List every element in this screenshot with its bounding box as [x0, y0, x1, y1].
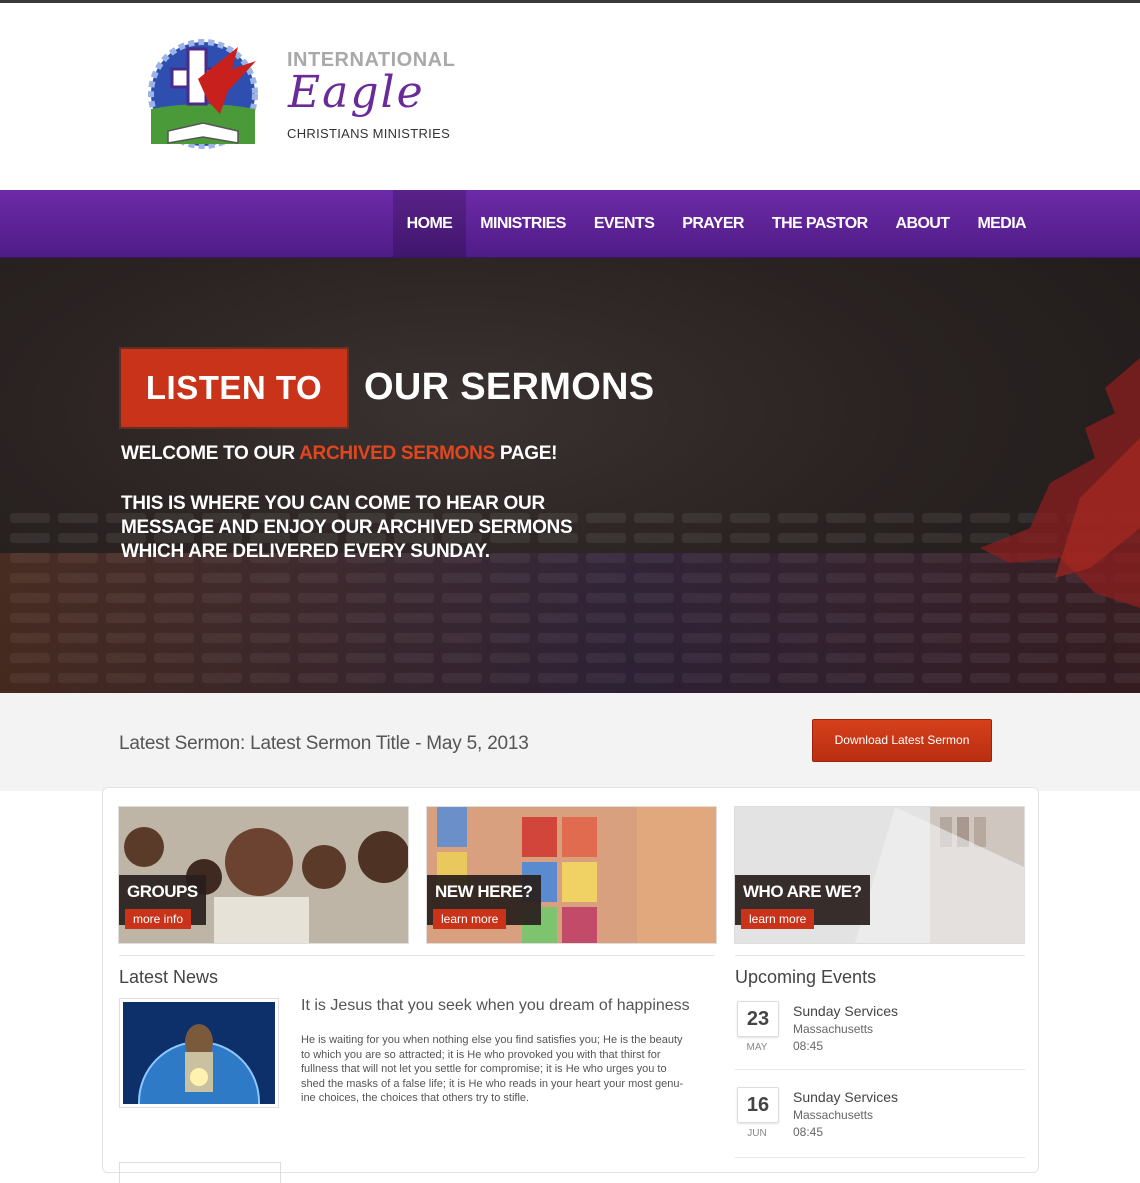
latest-sermon-text: Latest Sermon: Latest Sermon Title - May… [119, 733, 529, 754]
latest-sermon-strip: Latest Sermon: Latest Sermon Title - May… [0, 693, 1140, 791]
equalizer-bar [58, 513, 98, 523]
event-month: MAY [746, 1042, 768, 1053]
new-here-title: NEW HERE? [435, 882, 533, 901]
event-location: Massachusetts [793, 1108, 874, 1122]
eagle-silhouette-icon [980, 358, 1140, 608]
upcoming-events-heading: Upcoming Events [735, 967, 877, 987]
nav-media[interactable]: MEDIA [963, 190, 1040, 257]
hero-welcome: WELCOME TO OUR ARCHIVED SERMONS PAGE! [121, 443, 557, 465]
equalizer-bar [586, 533, 626, 543]
groups-more-info-button[interactable]: more info [125, 909, 192, 929]
equalizer-bar [778, 513, 818, 523]
new-here-card[interactable]: NEW HERE? learn more [426, 806, 717, 944]
news-thumbnail-2[interactable] [119, 1162, 281, 1183]
event-divider [735, 1157, 1025, 1158]
new-here-label: NEW HERE? learn more [427, 875, 541, 929]
event-title[interactable]: Sunday Services [793, 1003, 898, 1019]
equalizer-bar [682, 533, 722, 543]
hero-banner: LISTEN TO OUR SERMONS WELCOME TO OUR ARC… [0, 258, 1140, 693]
equalizer-bar [10, 513, 50, 523]
equalizer-bar [10, 533, 50, 543]
event-item[interactable]: 16 JUN Sunday Services Massachusetts 08:… [735, 1087, 1025, 1157]
equalizer-bar [730, 513, 770, 523]
equalizer-bar [826, 533, 866, 543]
nav-ministries[interactable]: MINISTRIES [466, 190, 580, 257]
latest-news-heading: Latest News [119, 967, 219, 987]
hero-description: THIS IS WHERE YOU CAN COME TO HEAR OUR M… [121, 493, 573, 562]
listen-to-badge: LISTEN TO [121, 349, 347, 427]
who-are-we-card[interactable]: WHO ARE WE? learn more [734, 806, 1025, 944]
news-body: He is waiting for you when nothing else … [301, 1034, 684, 1104]
new-here-learn-more-button[interactable]: learn more [433, 909, 507, 929]
jesus-earth-image [123, 1002, 275, 1163]
welcome-post: PAGE! [494, 443, 558, 464]
groups-title: GROUPS [127, 882, 198, 901]
nav-prayer[interactable]: PRAYER [668, 190, 758, 257]
equalizer-bar [778, 533, 818, 543]
event-day: 16 [737, 1087, 779, 1123]
equalizer-bar [826, 513, 866, 523]
event-time: 08:45 [793, 1125, 824, 1139]
event-divider [735, 1069, 1025, 1070]
who-are-we-title: WHO ARE WE? [743, 882, 862, 901]
equalizer-bar [634, 533, 674, 543]
news-divider [119, 955, 715, 956]
logo-emblem-icon [148, 39, 258, 149]
equalizer-bar [730, 533, 770, 543]
news-title[interactable]: It is Jesus that you seek when you dream… [301, 997, 690, 1015]
equalizer-bar [58, 533, 98, 543]
equalizer-bar [586, 513, 626, 523]
events-divider [735, 955, 1025, 956]
who-are-we-label: WHO ARE WE? learn more [735, 875, 870, 929]
hero-title: OUR SERMONS [364, 366, 655, 408]
groups-label: GROUPS more info [119, 875, 206, 929]
equalizer-bar [682, 513, 722, 523]
welcome-highlight: ARCHIVED SERMONS [299, 443, 495, 464]
logo-text-ministries: CHRISTIANS MINISTRIES [287, 126, 451, 141]
site-header: INTERNATIONAL Eagle CHRISTIANS MINISTRIE… [0, 3, 1140, 190]
groups-card[interactable]: GROUPS more info [118, 806, 409, 944]
logo-text-eagle: Eagle [288, 67, 425, 118]
who-are-we-learn-more-button[interactable]: learn more [741, 909, 815, 929]
welcome-pre: WELCOME TO OUR [121, 443, 300, 464]
nav-the-pastor[interactable]: THE PASTOR [758, 190, 882, 257]
event-title[interactable]: Sunday Services [793, 1089, 898, 1105]
nav-events[interactable]: EVENTS [580, 190, 668, 257]
main-navbar: HOME MINISTRIES EVENTS PRAYER THE PASTOR… [0, 190, 1140, 258]
news-thumbnail[interactable] [119, 998, 279, 1163]
main-nav: HOME MINISTRIES EVENTS PRAYER THE PASTOR… [392, 190, 1040, 257]
nav-about[interactable]: ABOUT [882, 190, 964, 257]
event-item[interactable]: 23 MAY Sunday Services Massachusetts 08:… [735, 1001, 1025, 1071]
nav-home[interactable]: HOME [392, 190, 467, 257]
download-latest-sermon-button[interactable]: Download Latest Sermon [812, 719, 992, 762]
event-time: 08:45 [793, 1039, 824, 1053]
event-location: Massachusetts [793, 1022, 874, 1036]
event-month: JUN [747, 1128, 767, 1139]
site-logo[interactable]: INTERNATIONAL Eagle CHRISTIANS MINISTRIE… [128, 39, 468, 159]
event-day: 23 [737, 1001, 779, 1037]
equalizer-bar [634, 513, 674, 523]
